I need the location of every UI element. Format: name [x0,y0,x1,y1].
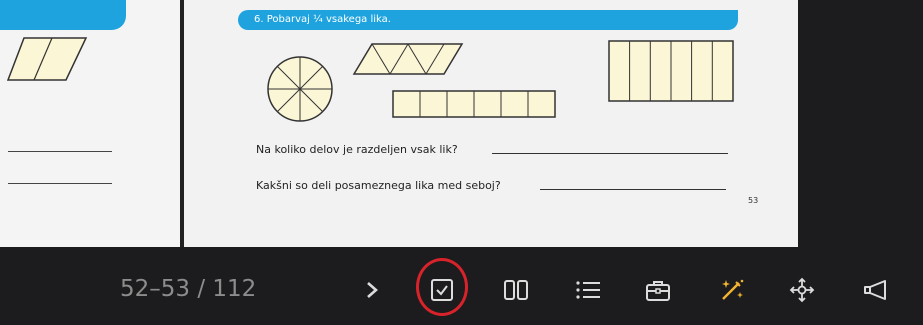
move-button[interactable] [782,270,822,310]
list-icon [576,281,600,299]
question-2: Kakšni so deli posameznega lika med sebo… [256,179,501,192]
answer-line [8,183,112,184]
tall-rectangle-figure [608,40,734,102]
toolbox-button[interactable] [638,270,678,310]
question-1: Na koliko delov je razdeljen vsak lik? [256,143,458,156]
next-page-button[interactable] [352,270,392,310]
parallelogram-figure [6,37,88,81]
two-page-view-button[interactable] [496,270,536,310]
megaphone-icon [864,280,886,300]
task-banner: 6. Pobarvaj ¼ vsakega lika. [238,10,738,30]
left-page-banner [0,0,126,30]
announce-button[interactable] [856,270,896,310]
answer-line-1 [492,153,728,154]
chevron-right-icon [367,282,378,298]
right-page: 6. Pobarvaj ¼ vsakega lika. Na koliko de… [184,0,798,247]
page-number: 53 [748,196,759,205]
left-page [0,0,180,247]
answer-line [8,151,112,152]
circle-figure [267,56,333,122]
magic-wand-icon [722,279,744,300]
book-viewer: 6. Pobarvaj ¼ vsakega lika. Na koliko de… [0,0,798,247]
move-arrows-icon [789,277,815,303]
magic-wand-button[interactable] [712,270,752,310]
page-indicator: 52–53 / 112 [120,276,257,302]
task-title: 6. Pobarvaj ¼ vsakega lika. [254,14,391,25]
answer-line-2 [540,189,726,190]
strip-rectangle-figure [392,90,556,118]
triangles-parallelogram-figure [352,43,464,75]
list-button[interactable] [568,270,608,310]
briefcase-icon [646,281,670,301]
two-pages-icon [504,280,528,300]
red-highlight-circle [416,258,468,316]
